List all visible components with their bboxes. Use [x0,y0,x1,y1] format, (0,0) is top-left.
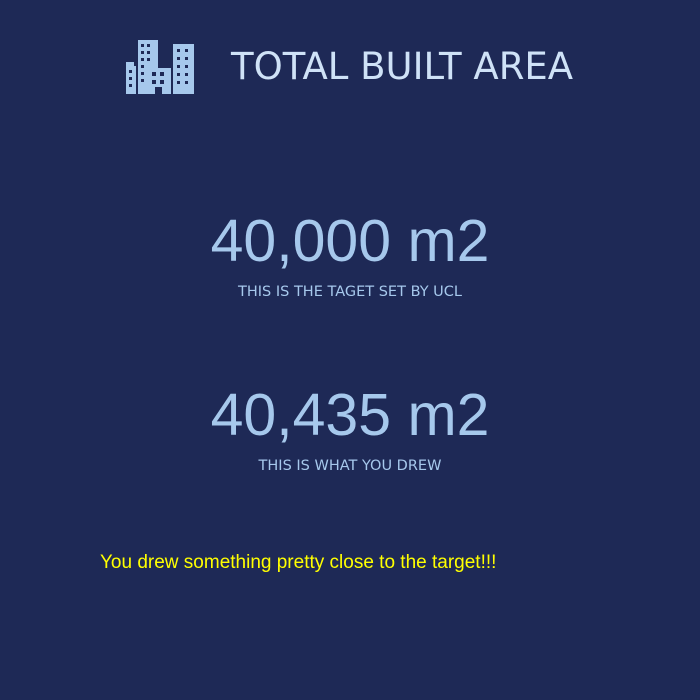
feedback-message: You drew something pretty close to the t… [100,552,497,573]
drawn-area-metric: 40,435 m2 THIS IS WHAT YOU DREW [0,386,700,474]
page: { "header": { "icon": "buildings-icon", … [0,0,700,700]
page-title: TOTAL BUILT AREA [231,45,574,88]
target-area-value: 40,000 m2 [210,208,490,274]
buildings-icon [126,40,194,94]
header: TOTAL BUILT AREA [126,40,573,94]
drawn-area-value: 40,435 m2 [210,382,490,448]
drawn-area-caption: THIS IS WHAT YOU DREW [258,458,442,474]
target-area-caption: THIS IS THE TAGET SET BY UCL [238,284,462,300]
target-area-metric: 40,000 m2 THIS IS THE TAGET SET BY UCL [0,212,700,300]
